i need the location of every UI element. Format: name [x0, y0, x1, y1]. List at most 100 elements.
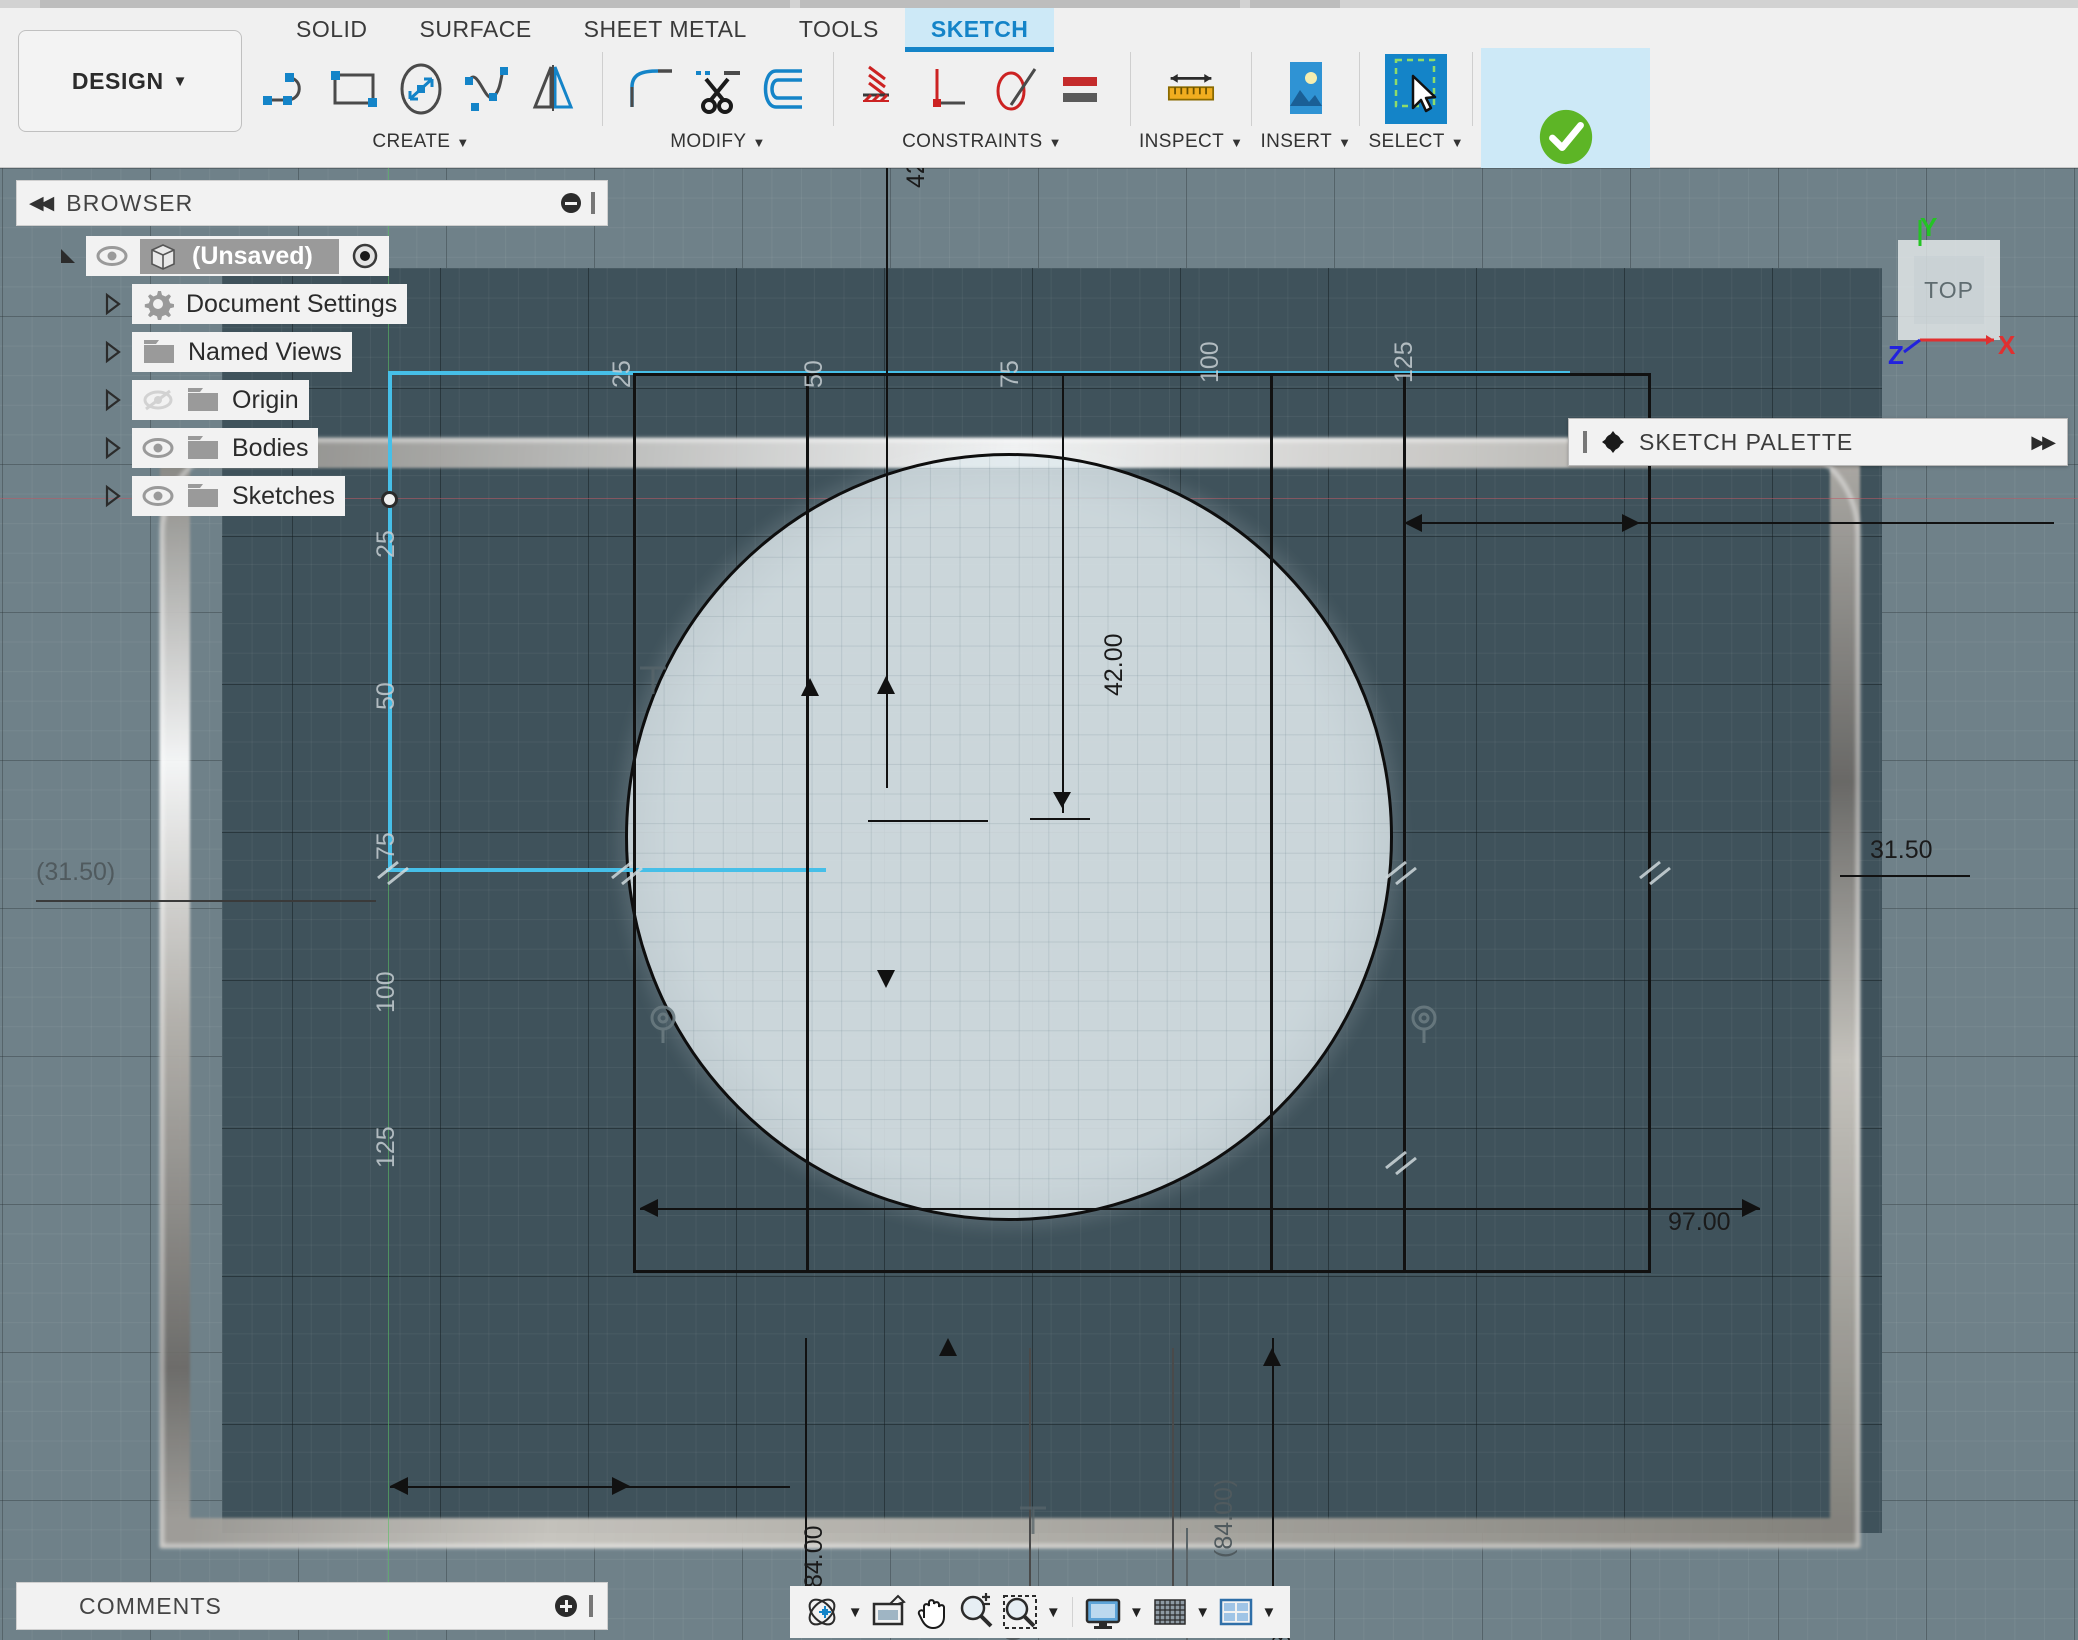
eye-hidden-icon[interactable] [142, 388, 174, 412]
dim-3150-bottom-text[interactable]: 31.50 [712, 1636, 775, 1640]
add-comment-icon[interactable] [555, 1595, 577, 1617]
dim-42-top-text[interactable]: 42.00 [902, 168, 931, 188]
sketch-line-vertical-left[interactable] [633, 373, 636, 1273]
zoom-window-icon[interactable] [1000, 1590, 1040, 1634]
tree-item-document-settings[interactable]: Document Settings [16, 280, 436, 328]
ribbon-group-insert-label[interactable]: INSERT ▼ [1260, 131, 1351, 153]
move-grip-icon[interactable] [1583, 431, 1587, 453]
collapsed-triangle-icon[interactable] [102, 292, 124, 316]
eye-icon[interactable] [142, 485, 174, 507]
ribbon-group-inspect-label[interactable]: INSPECT ▼ [1139, 131, 1243, 153]
ribbon-group-create-label[interactable]: CREATE ▼ [372, 131, 469, 153]
viewports-icon[interactable] [1216, 1590, 1256, 1634]
perpendicular-constraint-icon[interactable] [918, 54, 980, 124]
sketch-line-vertical-right[interactable] [1270, 373, 1273, 1273]
green-check-icon[interactable] [1535, 102, 1597, 172]
resize-grip-icon[interactable] [591, 192, 595, 214]
offset-icon[interactable] [753, 54, 815, 124]
resize-grip-icon[interactable] [589, 1595, 593, 1617]
ribbon-group-create: CREATE ▼ [248, 48, 594, 164]
tab-tools[interactable]: TOOLS [773, 8, 905, 52]
collapse-panel-icon[interactable]: ◀◀ [29, 192, 50, 215]
measure-ruler-icon[interactable] [1160, 54, 1222, 124]
dim-driven-3150-line [36, 900, 376, 902]
tree-item-named-views[interactable]: Named Views [16, 328, 436, 376]
dim-driven-8400-text[interactable]: (84.00) [1210, 1479, 1239, 1558]
circle-profile[interactable] [625, 453, 1393, 1221]
look-at-icon[interactable] [868, 1590, 908, 1634]
mirror-icon[interactable] [522, 54, 584, 124]
ribbon-group-select-label[interactable]: SELECT ▼ [1368, 131, 1464, 153]
construction-line-bottom[interactable] [386, 868, 826, 872]
sketch-line-vertical-inner[interactable] [1403, 373, 1406, 1273]
ruler-h-125: 125 [1390, 341, 1419, 383]
fix-constraint-icon[interactable] [852, 54, 914, 124]
grid-dropdown-caret-icon[interactable]: ▼ [1194, 1604, 1212, 1621]
collapsed-triangle-icon[interactable] [102, 436, 124, 460]
sketch-line-rect-right[interactable] [1648, 373, 1651, 1273]
eye-icon[interactable] [142, 437, 174, 459]
unsaved-name-highlight[interactable]: (Unsaved) [140, 239, 339, 274]
ruler-h-50: 50 [800, 360, 829, 388]
trim-scissors-icon[interactable] [687, 54, 749, 124]
orbit-icon[interactable] [802, 1590, 842, 1634]
chevron-down-icon: ▼ [753, 135, 766, 150]
sketch-line-rect-top[interactable] [633, 373, 1651, 376]
grid-snaps-icon[interactable] [1150, 1590, 1190, 1634]
collapsed-triangle-icon[interactable] [102, 388, 124, 412]
tab-sheet-metal[interactable]: SHEET METAL [558, 8, 773, 52]
dim-42-inner-text[interactable]: 42.00 [1100, 633, 1129, 696]
collapsed-triangle-icon[interactable] [102, 340, 124, 364]
pan-hand-icon[interactable] [912, 1590, 952, 1634]
spline-icon[interactable] [456, 54, 518, 124]
browser-header[interactable]: ◀◀ BROWSER [16, 180, 608, 226]
dim-3150-right-line [1404, 522, 2054, 524]
dim-3150-bottom-line [390, 1486, 790, 1488]
workspace-switcher-button[interactable]: DESIGN ▼ [18, 30, 242, 132]
zoom-dropdown-caret-icon[interactable]: ▼ [1044, 1604, 1062, 1621]
line-icon[interactable] [258, 54, 320, 124]
expand-palette-icon[interactable]: ▶▶ [2031, 432, 2053, 453]
ribbon-group-modify-label[interactable]: MODIFY ▼ [670, 131, 766, 153]
move-crosshair-icon[interactable] [1601, 430, 1625, 454]
sketch-palette-panel[interactable]: SKETCH PALETTE ▶▶ [1568, 418, 2068, 466]
insert-image-icon[interactable] [1275, 54, 1337, 124]
ribbon-group-inspect: INSPECT ▼ [1139, 48, 1243, 164]
sketch-line-vertical-mid[interactable] [806, 373, 809, 1273]
dim-8400-left-text[interactable]: 84.00 [800, 1525, 829, 1588]
tree-item-bodies[interactable]: Bodies [16, 424, 436, 472]
divider [1072, 1597, 1073, 1627]
tree-item-label: (Unsaved) [192, 242, 313, 271]
fillet-icon[interactable] [621, 54, 683, 124]
activate-component-radio[interactable] [351, 242, 379, 270]
equal-constraint-icon[interactable] [1050, 54, 1112, 124]
tree-item-label: Sketches [232, 482, 335, 511]
eye-icon[interactable] [96, 245, 128, 267]
orbit-dropdown-caret-icon[interactable]: ▼ [846, 1604, 864, 1621]
display-settings-icon[interactable] [1083, 1590, 1123, 1634]
comments-panel[interactable]: COMMENTS [16, 1582, 608, 1630]
expanded-triangle-icon[interactable] [58, 245, 80, 267]
viewports-dropdown-caret-icon[interactable]: ▼ [1260, 1604, 1278, 1621]
chevron-down-icon: ▼ [173, 73, 188, 90]
tab-surface[interactable]: SURFACE [394, 8, 558, 52]
collapsed-triangle-icon[interactable] [102, 484, 124, 508]
tab-sketch[interactable]: SKETCH [905, 8, 1055, 52]
minimize-icon[interactable] [561, 193, 581, 213]
dim-3150-right-text[interactable]: 31.50 [1870, 836, 1933, 865]
tree-item-unsaved[interactable]: (Unsaved) [16, 232, 436, 280]
circle-icon[interactable] [390, 54, 452, 124]
dim-42-top-leader [886, 168, 888, 788]
dim-9700-text[interactable]: 97.00 [1668, 1208, 1731, 1237]
tab-solid[interactable]: SOLID [270, 8, 394, 52]
tree-item-origin[interactable]: Origin [16, 376, 436, 424]
display-dropdown-caret-icon[interactable]: ▼ [1127, 1604, 1145, 1621]
sketch-line-rect-bottom[interactable] [633, 1270, 1651, 1273]
dim-driven-3150-text[interactable]: (31.50) [36, 858, 115, 887]
tangent-constraint-icon[interactable] [984, 54, 1046, 124]
tree-item-sketches[interactable]: Sketches [16, 472, 436, 520]
select-cursor-icon[interactable] [1385, 54, 1447, 124]
rectangle-icon[interactable] [324, 54, 386, 124]
ribbon-group-constraints-label[interactable]: CONSTRAINTS ▼ [902, 131, 1062, 153]
zoom-in-icon[interactable] [956, 1590, 996, 1634]
